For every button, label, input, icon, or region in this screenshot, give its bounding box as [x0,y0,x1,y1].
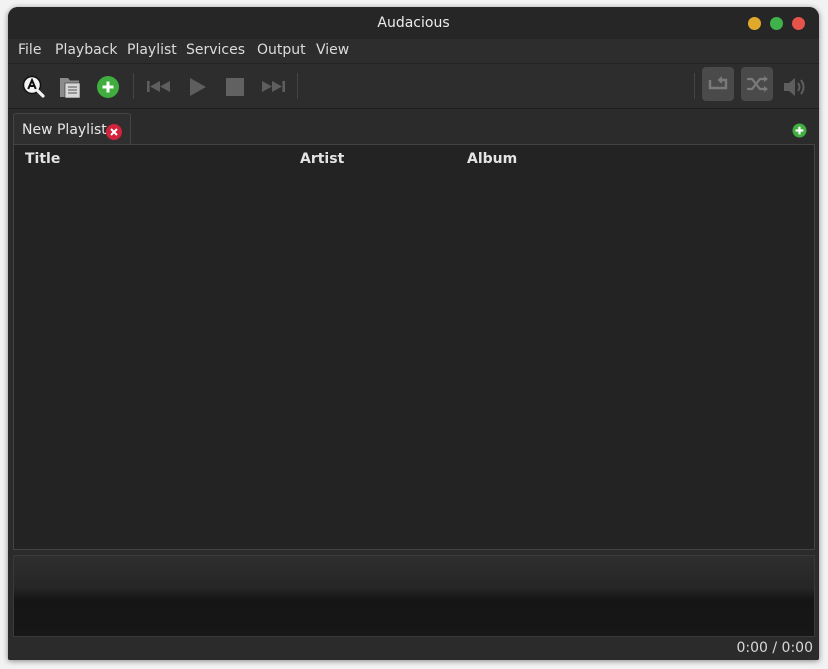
playlist-tab-strip: New Playlist [8,109,819,147]
shuffle-toggle[interactable] [741,67,773,101]
info-area [13,555,815,637]
previous-button[interactable] [146,74,172,100]
menu-services[interactable]: Services [186,42,245,58]
stop-icon [226,78,244,96]
next-icon [262,81,285,92]
minimize-button[interactable] [748,17,761,30]
toolbar-separator [297,73,298,99]
repeat-toggle[interactable] [702,67,734,101]
playback-time: 0:00 / 0:00 [736,640,814,656]
status-bar: 0:00 / 0:00 [8,637,819,660]
playlist-view[interactable]: Title Artist Album [13,144,815,550]
volume-button[interactable] [782,74,808,100]
column-header-album[interactable]: Album [467,151,517,167]
menu-playlist[interactable]: Playlist [127,42,177,58]
window-title: Audacious [377,15,450,31]
add-files-icon [97,76,119,98]
playlist-tab[interactable]: New Playlist [13,113,131,147]
toolbar-separator [133,73,134,99]
toolbar-separator [694,73,695,99]
toolbar [8,64,819,109]
menu-playback[interactable]: Playback [55,42,117,58]
menu-bar: File Playback Playlist Services Output V… [8,39,819,64]
menu-view[interactable]: View [316,42,349,58]
play-button[interactable] [185,74,211,100]
play-icon [190,78,206,96]
search-library-icon [22,75,45,98]
shuffle-icon [747,76,768,92]
search-library-button[interactable] [21,74,47,100]
column-header-title[interactable]: Title [25,151,60,167]
repeat-icon [708,76,728,90]
new-playlist-button[interactable] [792,123,807,138]
maximize-button[interactable] [770,17,783,30]
close-playlist-button[interactable] [106,124,122,140]
audacious-window: Audacious File Playback Playlist Service… [8,7,819,660]
stop-button[interactable] [222,74,248,100]
close-window-button[interactable] [792,17,805,30]
next-button[interactable] [260,74,286,100]
playlist-tab-label: New Playlist [22,122,107,138]
close-icon [110,128,118,136]
add-files-button[interactable] [96,74,122,100]
open-files-button[interactable] [59,74,85,100]
menu-file[interactable]: File [18,42,41,58]
menu-output[interactable]: Output [257,42,306,58]
title-bar[interactable]: Audacious [8,7,819,39]
add-icon [792,123,807,138]
open-files-icon [60,78,81,99]
column-header-artist[interactable]: Artist [300,151,344,167]
previous-icon [147,81,170,92]
volume-icon [784,78,805,96]
